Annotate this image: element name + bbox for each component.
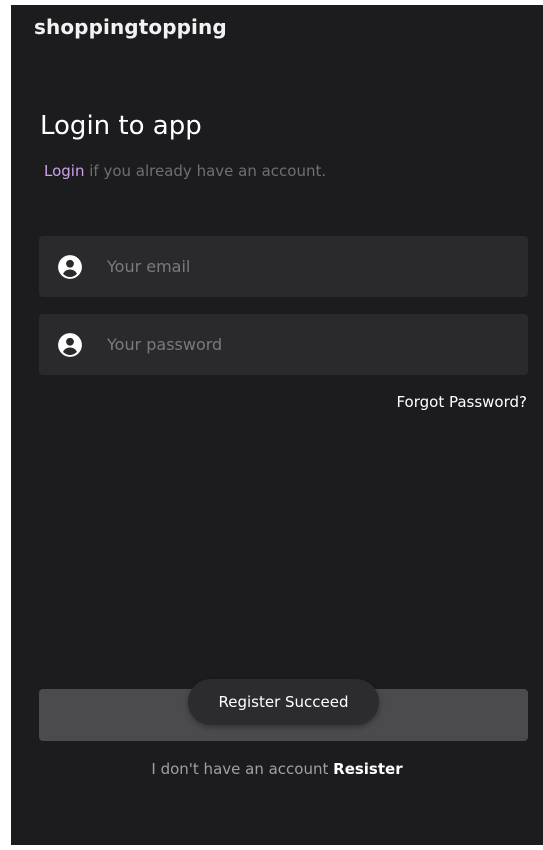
- login-subtitle: Login if you already have an account.: [44, 162, 326, 180]
- register-prompt-text: I don't have an account: [151, 760, 334, 778]
- account-circle-icon: [58, 332, 82, 357]
- toast-message: Register Succeed: [188, 679, 379, 725]
- password-field[interactable]: [39, 314, 528, 375]
- page-title: Login to app: [40, 111, 202, 141]
- forgot-password-link[interactable]: Forgot Password?: [396, 393, 527, 411]
- app-screen: shoppingtopping Login to app Login if yo…: [11, 5, 543, 845]
- login-link[interactable]: Login: [44, 162, 84, 180]
- app-title: shoppingtopping: [34, 15, 227, 39]
- login-subtitle-text: if you already have an account.: [84, 162, 327, 180]
- email-input[interactable]: [105, 245, 528, 288]
- account-circle-icon: [58, 254, 82, 279]
- register-prompt: I don't have an account Resister: [11, 760, 543, 778]
- password-input[interactable]: [105, 323, 528, 366]
- email-field[interactable]: [39, 236, 528, 297]
- register-link[interactable]: Resister: [333, 760, 402, 778]
